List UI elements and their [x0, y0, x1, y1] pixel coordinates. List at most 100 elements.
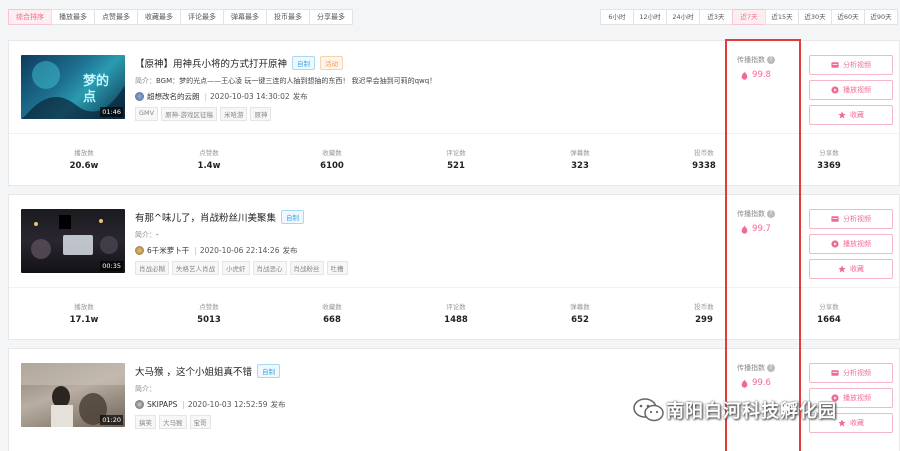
tag[interactable]: 宝哥: [189, 415, 211, 429]
tag[interactable]: 肖战必糊: [135, 261, 169, 275]
tag[interactable]: 搞笑: [135, 415, 156, 429]
avatar[interactable]: [135, 400, 144, 409]
video-title[interactable]: 大马猴 ，这个小姐姐真不错: [135, 364, 252, 378]
stat-value: 9338: [692, 161, 716, 171]
analyze-video-button[interactable]: 分析视频: [809, 363, 893, 383]
description-label: 简介：: [135, 231, 156, 239]
stat-value: 17.1w: [69, 315, 99, 325]
sort-tab-likes[interactable]: 点赞最多: [94, 9, 138, 25]
stat-value: 1488: [444, 315, 468, 325]
svg-text:点: 点: [83, 89, 96, 105]
time-tab-24h[interactable]: 24小时: [666, 9, 700, 25]
video-card: 00:35 有那^味儿了，肖战粉丝川美聚集 自制 简介：- 6千米萝卜干 | 2…: [8, 194, 900, 340]
analyze-video-label: 分析视频: [843, 369, 871, 377]
video-duration: 01:46: [100, 107, 123, 117]
video-thumbnail[interactable]: 01:20: [21, 363, 125, 427]
sort-tab-overall[interactable]: 综合排序: [8, 9, 52, 25]
stat-coins: 投币数 299: [649, 301, 759, 325]
stat-value: 1.4w: [197, 161, 221, 171]
video-description: 简介：BGM：梦的光点——王心凌 玩一键三连的人抽到想抽的东西！ 我迟早会抽到可…: [135, 76, 436, 86]
stat-value: 323: [571, 161, 589, 171]
spread-index: 传播指数? 99.7: [727, 209, 785, 234]
collect-label: 收藏: [850, 111, 864, 119]
collect-button[interactable]: 收藏: [809, 259, 893, 279]
stat-label: 分享数: [819, 303, 839, 311]
time-tab-3d[interactable]: 近3天: [699, 9, 733, 25]
stat-label: 点赞数: [199, 149, 219, 157]
tag[interactable]: 原神: [250, 107, 272, 121]
video-title[interactable]: 有那^味儿了，肖战粉丝川美聚集: [135, 210, 276, 224]
tag[interactable]: 原神-游戏区征稿: [161, 107, 217, 121]
avatar[interactable]: [135, 246, 144, 255]
stat-value: 668: [323, 315, 341, 325]
stat-label: 点赞数: [199, 303, 219, 311]
author-name[interactable]: SKIPAPS: [147, 400, 177, 409]
stat-value: 6100: [320, 161, 344, 171]
play-icon: [831, 240, 839, 248]
analysis-icon: [831, 370, 839, 376]
tag[interactable]: 肖战恶心: [252, 261, 287, 275]
tag[interactable]: 米哈游: [219, 107, 248, 121]
video-title[interactable]: 【原神】用神兵小将的方式打开原神: [135, 56, 287, 70]
time-tab-15d[interactable]: 近15天: [765, 9, 799, 25]
sort-tab-favorites[interactable]: 收藏最多: [137, 9, 181, 25]
description-label: 简介：: [135, 385, 156, 393]
play-video-button[interactable]: 播放视频: [809, 80, 893, 100]
video-thumbnail[interactable]: 梦的 点 01:46: [21, 55, 125, 119]
video-description: 简介：: [135, 384, 156, 394]
stat-likes: 点赞数 5013: [154, 301, 264, 325]
video-tags: GMV 原神-游戏区征稿 米哈游 原神: [135, 107, 274, 121]
analyze-video-label: 分析视频: [843, 215, 871, 223]
sort-tab-comments[interactable]: 评论最多: [180, 9, 224, 25]
stat-likes: 点赞数 1.4w: [154, 147, 264, 171]
stat-value: 1664: [817, 315, 841, 325]
play-video-label: 播放视频: [843, 240, 871, 248]
analysis-icon: [831, 216, 839, 222]
play-video-button[interactable]: 播放视频: [809, 234, 893, 254]
spread-index-value: 99.8: [752, 70, 771, 80]
analyze-video-button[interactable]: 分析视频: [809, 55, 893, 75]
tag[interactable]: GMV: [135, 107, 159, 121]
video-description: 简介：-: [135, 230, 159, 240]
time-tab-12h[interactable]: 12小时: [633, 9, 667, 25]
sort-tab-shares[interactable]: 分享最多: [309, 9, 353, 25]
time-tab-60d[interactable]: 近60天: [831, 9, 865, 25]
avatar[interactable]: [135, 92, 144, 101]
help-icon[interactable]: ?: [767, 56, 775, 64]
collect-button[interactable]: 收藏: [809, 105, 893, 125]
stat-comments: 评论数 521: [401, 147, 511, 171]
video-thumbnail[interactable]: 00:35: [21, 209, 125, 273]
flame-icon: [741, 70, 748, 80]
video-actions: 分析视频 播放视频 收藏: [809, 55, 893, 130]
sort-tab-coins[interactable]: 投币最多: [266, 9, 310, 25]
help-icon[interactable]: ?: [767, 210, 775, 218]
time-tab-7d[interactable]: 近7天: [732, 9, 766, 25]
collect-label: 收藏: [850, 419, 864, 427]
stat-value: 652: [571, 315, 589, 325]
tag[interactable]: 吐槽: [326, 261, 348, 275]
stat-label: 收藏数: [322, 303, 342, 311]
time-tab-30d[interactable]: 近30天: [798, 9, 832, 25]
sort-tab-danmaku[interactable]: 弹幕最多: [223, 9, 267, 25]
star-icon: [838, 419, 846, 427]
stat-label: 播放数: [74, 303, 94, 311]
tag[interactable]: 大马猴: [159, 415, 187, 429]
sort-tab-plays[interactable]: 播放最多: [51, 9, 95, 25]
stat-danmaku: 弹幕数 652: [525, 301, 635, 325]
help-icon[interactable]: ?: [767, 364, 775, 372]
analyze-video-button[interactable]: 分析视频: [809, 209, 893, 229]
tag[interactable]: 小虎虾: [222, 261, 250, 275]
author-name[interactable]: 超想改名的云朗: [147, 91, 200, 102]
time-tab-6h[interactable]: 6小时: [600, 9, 634, 25]
tag[interactable]: 失格艺人肖战: [172, 261, 219, 275]
stat-value: 299: [695, 315, 713, 325]
author-name[interactable]: 6千米萝卜干: [147, 245, 189, 256]
publish-time: 2020-10-06 22:14:26: [199, 246, 280, 255]
stat-comments: 评论数 1488: [401, 301, 511, 325]
video-tags: 搞笑 大马猴 宝哥: [135, 415, 214, 429]
spread-index-label: 传播指数: [737, 210, 765, 218]
spread-index: 传播指数? 99.8: [727, 55, 785, 80]
description-text: BGM：梦的光点——王心凌 玩一键三连的人抽到想抽的东西！ 我迟早会抽到可莉的q…: [156, 77, 437, 85]
tag[interactable]: 肖战粉丝: [289, 261, 324, 275]
time-tab-90d[interactable]: 近90天: [864, 9, 898, 25]
